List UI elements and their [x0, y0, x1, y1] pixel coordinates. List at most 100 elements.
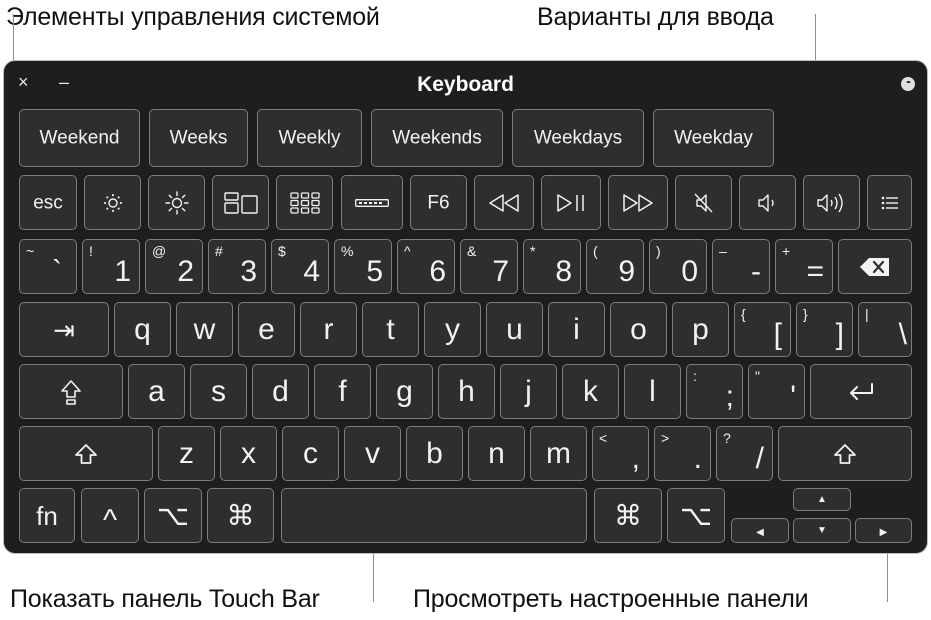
- suggestion-button[interactable]: Weekdays: [512, 109, 644, 167]
- letter-b-key[interactable]: b: [406, 426, 463, 481]
- minus-key[interactable]: – -: [712, 239, 770, 294]
- letter-r-key[interactable]: r: [300, 302, 357, 357]
- callout-show-touch-bar: Показать панель Touch Bar: [10, 585, 320, 613]
- letter-e-key[interactable]: e: [238, 302, 295, 357]
- letter-s-key[interactable]: s: [190, 364, 247, 419]
- letter-p-key[interactable]: p: [672, 302, 729, 357]
- arrow-down-key[interactable]: ▼: [793, 518, 851, 543]
- right-bracket-key[interactable]: }]: [796, 302, 853, 357]
- delete-key[interactable]: [838, 239, 912, 294]
- semicolon-key[interactable]: :;: [686, 364, 743, 419]
- play-pause-key[interactable]: [541, 175, 601, 230]
- left-bracket-key[interactable]: {[: [734, 302, 791, 357]
- letter-n-key[interactable]: n: [468, 426, 525, 481]
- volume-down-key[interactable]: [739, 175, 796, 230]
- digit-3-key[interactable]: #3: [208, 239, 266, 294]
- suggestion-button[interactable]: Weekly: [257, 109, 362, 167]
- letter-d-key[interactable]: d: [252, 364, 309, 419]
- view-custom-panels-key[interactable]: [867, 175, 912, 230]
- letter-j-key[interactable]: j: [500, 364, 557, 419]
- play-pause-icon: [542, 193, 600, 213]
- letter-u-key[interactable]: u: [486, 302, 543, 357]
- letter-w-key[interactable]: w: [176, 302, 233, 357]
- mission-control-key[interactable]: [212, 175, 269, 230]
- return-key[interactable]: [810, 364, 912, 419]
- period-key[interactable]: >.: [654, 426, 711, 481]
- callout-view-custom-panels: Просмотреть настроенные панели: [413, 585, 809, 613]
- more-options-button[interactable]: •••: [901, 77, 915, 91]
- volume-up-key[interactable]: [803, 175, 860, 230]
- right-option-key[interactable]: ⌥: [667, 488, 725, 543]
- left-option-key[interactable]: ⌥: [144, 488, 202, 543]
- letter-v-key[interactable]: v: [344, 426, 401, 481]
- control-icon: ^: [102, 503, 118, 537]
- letter-x-key[interactable]: x: [220, 426, 277, 481]
- quote-key[interactable]: " ': [748, 364, 805, 419]
- caps-lock-icon: [20, 379, 122, 405]
- right-command-key[interactable]: ⌘: [594, 488, 662, 543]
- arrow-right-key[interactable]: ▶: [855, 518, 912, 543]
- mute-key[interactable]: [675, 175, 732, 230]
- digit-9-key[interactable]: (9: [586, 239, 644, 294]
- fast-forward-key[interactable]: [608, 175, 668, 230]
- digit-1-key[interactable]: ! 1: [82, 239, 140, 294]
- digit-7-key[interactable]: & 7: [460, 239, 518, 294]
- equals-key[interactable]: + =: [775, 239, 833, 294]
- right-shift-key[interactable]: [778, 426, 912, 481]
- arrow-up-key[interactable]: ▲: [793, 488, 851, 511]
- letter-o-key[interactable]: o: [610, 302, 667, 357]
- f6-key[interactable]: F6: [410, 175, 467, 230]
- space-bar[interactable]: [281, 488, 587, 543]
- letter-m-key[interactable]: m: [530, 426, 587, 481]
- suggestion-button[interactable]: Weekends: [371, 109, 503, 167]
- keyboard-viewer-window: × – Keyboard ••• Weekend Weeks Weekly We…: [3, 60, 928, 554]
- brightness-down-key[interactable]: [84, 175, 141, 230]
- letter-l-key[interactable]: l: [624, 364, 681, 419]
- backtick-key[interactable]: ~ `: [19, 239, 77, 294]
- caps-lock-key[interactable]: [19, 364, 123, 419]
- letter-k-key[interactable]: k: [562, 364, 619, 419]
- digit-0-key[interactable]: ) 0: [649, 239, 707, 294]
- slash-key[interactable]: ? /: [716, 426, 773, 481]
- left-command-key[interactable]: ⌘: [207, 488, 274, 543]
- letter-t-key[interactable]: t: [362, 302, 419, 357]
- letter-a-key[interactable]: a: [128, 364, 185, 419]
- digit-5-key[interactable]: % 5: [334, 239, 392, 294]
- fn-key[interactable]: fn: [19, 488, 75, 543]
- letter-z-key[interactable]: z: [158, 426, 215, 481]
- letter-g-key[interactable]: g: [376, 364, 433, 419]
- arrow-left-key[interactable]: ◀: [731, 518, 789, 543]
- letter-f-key[interactable]: f: [314, 364, 371, 419]
- control-key[interactable]: ^: [81, 488, 139, 543]
- digit-8-key[interactable]: * 8: [523, 239, 581, 294]
- letter-c-key[interactable]: c: [282, 426, 339, 481]
- tab-icon: ⇥: [53, 314, 75, 345]
- letter-h-key[interactable]: h: [438, 364, 495, 419]
- arrow-left-icon: ◀: [756, 526, 764, 538]
- suggestion-button[interactable]: Weeks: [149, 109, 248, 167]
- suggestion-button[interactable]: Weekend: [19, 109, 140, 167]
- return-icon: [811, 382, 911, 402]
- backslash-key[interactable]: | \: [858, 302, 912, 357]
- tab-key[interactable]: ⇥: [19, 302, 109, 357]
- mute-icon: [676, 191, 731, 215]
- digit-4-key[interactable]: $4: [271, 239, 329, 294]
- digit-2-key[interactable]: @2: [145, 239, 203, 294]
- panels-list-icon: [868, 196, 911, 210]
- suggestion-button[interactable]: Weekday: [653, 109, 774, 167]
- rewind-key[interactable]: [474, 175, 534, 230]
- comma-key[interactable]: <,: [592, 426, 649, 481]
- brightness-up-key[interactable]: [148, 175, 205, 230]
- letter-y-key[interactable]: y: [424, 302, 481, 357]
- show-touch-bar-key[interactable]: [341, 175, 403, 230]
- letter-q-key[interactable]: q: [114, 302, 171, 357]
- ellipsis-icon: •••: [906, 80, 910, 86]
- callout-system-controls: Элементы управления системой: [6, 3, 380, 31]
- window-title: Keyboard: [417, 73, 514, 96]
- launchpad-key[interactable]: [276, 175, 333, 230]
- arrow-down-icon: ▼: [817, 524, 827, 536]
- digit-6-key[interactable]: ^ 6: [397, 239, 455, 294]
- letter-i-key[interactable]: i: [548, 302, 605, 357]
- esc-key[interactable]: esc: [19, 175, 77, 230]
- left-shift-key[interactable]: [19, 426, 153, 481]
